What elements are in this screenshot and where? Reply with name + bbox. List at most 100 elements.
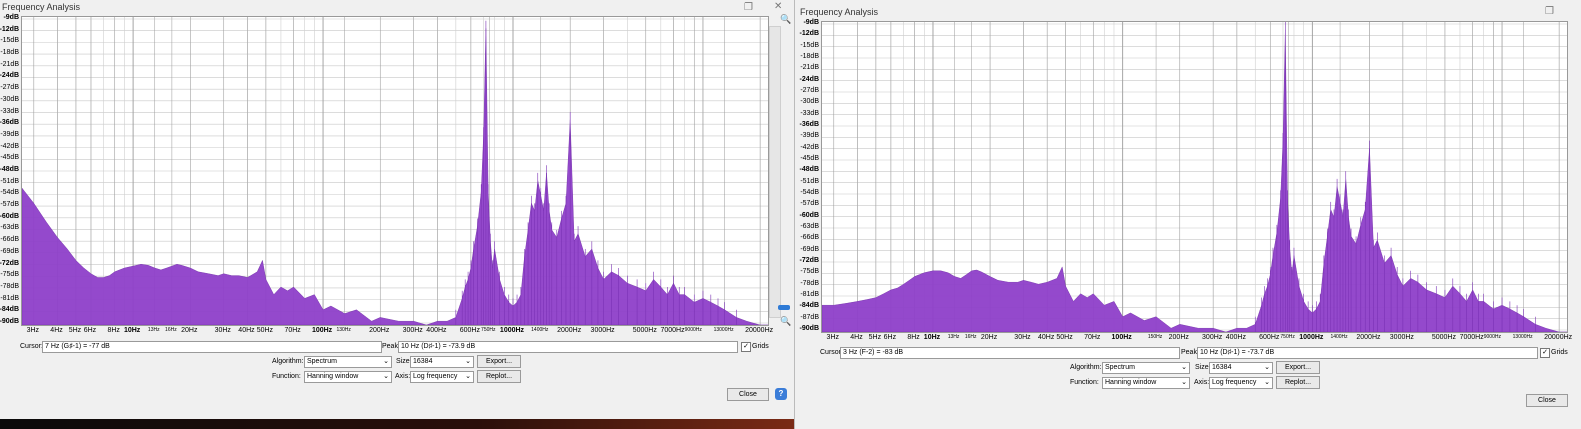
y-tick-label: -72dB bbox=[0, 259, 19, 267]
y-tick-label: -84dB bbox=[0, 306, 19, 314]
chevron-down-icon: ⌄ bbox=[465, 358, 471, 365]
spectrum-chart bbox=[22, 17, 768, 325]
help-icon[interactable]: ? bbox=[775, 388, 787, 400]
replot-button[interactable]: Replot... bbox=[477, 370, 521, 383]
y-tick-label: -63dB bbox=[0, 224, 19, 232]
y-tick-label: -45dB bbox=[0, 154, 19, 162]
export-button[interactable]: Export... bbox=[477, 355, 521, 368]
chevron-down-icon: ⌄ bbox=[1264, 379, 1270, 386]
y-tick-label: -72dB bbox=[799, 257, 819, 264]
y-tick-label: -9dB bbox=[803, 19, 819, 26]
y-tick-label: -18dB bbox=[800, 53, 819, 60]
y-tick-label: -69dB bbox=[800, 245, 819, 253]
close-window-button[interactable]: ✕ bbox=[774, 1, 782, 12]
y-tick-label: -18dB bbox=[0, 49, 19, 57]
x-tick-label: 3000Hz bbox=[590, 327, 615, 334]
y-tick-label: -36dB bbox=[799, 121, 819, 128]
close-button[interactable]: Close bbox=[1526, 394, 1568, 407]
zoom-in-icon[interactable]: 🔍 bbox=[780, 14, 791, 25]
x-tick-label: 20000Hz bbox=[745, 327, 774, 334]
spectrum-plot[interactable] bbox=[821, 21, 1568, 333]
spectrum-chart bbox=[822, 22, 1567, 332]
y-tick-label: -87dB bbox=[800, 313, 819, 321]
cursor-field[interactable]: 3 Hz (F-2) = -83 dB bbox=[840, 347, 1180, 359]
peak-field[interactable]: 10 Hz (D♯-1) = -73.9 dB bbox=[398, 341, 738, 353]
chevron-down-icon: ⌄ bbox=[383, 373, 389, 380]
y-tick-label: -9dB bbox=[3, 14, 19, 21]
function-select[interactable]: Hanning window ⌄ bbox=[304, 371, 392, 383]
frequency-analysis-window-left: Frequency Analysis ❐ ✕ -9dB -12dB -15dB -18… bbox=[0, 0, 795, 429]
y-tick-label: -57dB bbox=[800, 200, 819, 208]
function-select[interactable]: Hanning window ⌄ bbox=[1102, 377, 1190, 389]
y-tick-label: -27dB bbox=[0, 84, 19, 92]
y-tick-label: -63dB bbox=[800, 223, 819, 230]
y-tick-label: -48dB bbox=[799, 166, 819, 174]
y-tick-label: -45dB bbox=[800, 155, 819, 162]
y-tick-label: -60dB bbox=[0, 212, 19, 220]
y-tick-label: -90dB bbox=[0, 318, 19, 325]
peak-field[interactable]: 10 Hz (D♯-1) = -73.7 dB bbox=[1197, 347, 1538, 359]
algorithm-value: Spectrum bbox=[307, 358, 337, 365]
algorithm-value: Spectrum bbox=[1105, 364, 1135, 371]
export-button[interactable]: Export... bbox=[1276, 361, 1320, 374]
y-tick-label: -51dB bbox=[800, 177, 819, 185]
y-tick-label: -24dB bbox=[0, 72, 19, 80]
y-tick-label: -78dB bbox=[800, 279, 819, 287]
y-tick-label: -54dB bbox=[800, 189, 819, 196]
function-label: Function: bbox=[272, 373, 301, 380]
zoom-slider-handle[interactable] bbox=[778, 305, 790, 310]
y-tick-label: -42dB bbox=[0, 142, 19, 150]
y-tick-label: -15dB bbox=[800, 41, 819, 49]
axis-select[interactable]: Log frequency ⌄ bbox=[1209, 377, 1273, 389]
algorithm-select[interactable]: Spectrum ⌄ bbox=[304, 356, 392, 368]
y-tick-label: -78dB bbox=[0, 282, 19, 290]
y-tick-label: -33dB bbox=[0, 107, 19, 115]
chevron-down-icon: ⌄ bbox=[465, 373, 471, 380]
y-tick-label: -84dB bbox=[799, 302, 819, 310]
chevron-down-icon: ⌄ bbox=[1181, 364, 1187, 371]
spectrum-area bbox=[22, 28, 768, 325]
replot-button[interactable]: Replot... bbox=[1276, 376, 1320, 389]
restore-button[interactable]: ❐ bbox=[744, 2, 753, 13]
size-select[interactable]: 16384 ⌄ bbox=[410, 356, 474, 368]
axis-value: Log frequency bbox=[413, 373, 458, 380]
algorithm-label: Algorithm: bbox=[1070, 364, 1102, 371]
taskbar-strip bbox=[0, 419, 794, 429]
y-tick-label: -36dB bbox=[0, 119, 19, 127]
y-tick-label: -30dB bbox=[0, 95, 19, 103]
axis-select[interactable]: Log frequency ⌄ bbox=[410, 371, 474, 383]
grids-checkbox[interactable]: ✓ bbox=[1540, 348, 1550, 358]
vertical-scrollbar[interactable] bbox=[769, 26, 781, 318]
grids-checkbox[interactable]: ✓ bbox=[741, 342, 751, 352]
y-tick-label: -33dB bbox=[800, 109, 819, 117]
spectrum-plot[interactable] bbox=[21, 16, 769, 326]
axis-label: Axis: bbox=[1194, 379, 1210, 386]
function-value: Hanning window bbox=[307, 373, 359, 380]
chevron-down-icon: ⌄ bbox=[383, 358, 389, 365]
cursor-field[interactable]: 7 Hz (G♯-1) = -77 dB bbox=[42, 341, 382, 353]
y-tick-label: -57dB bbox=[0, 201, 19, 209]
y-tick-label: -81dB bbox=[800, 291, 819, 298]
restore-button[interactable]: ❐ bbox=[1545, 6, 1554, 17]
grids-label: Grids bbox=[1551, 349, 1568, 356]
grids-label: Grids bbox=[752, 343, 769, 350]
close-button[interactable]: Close bbox=[727, 388, 769, 401]
axis-value: Log frequency bbox=[1212, 379, 1257, 386]
y-tick-label: -42dB bbox=[800, 143, 819, 151]
y-tick-label: -75dB bbox=[0, 271, 19, 279]
algorithm-select[interactable]: Spectrum ⌄ bbox=[1102, 362, 1190, 374]
zoom-out-icon[interactable]: 🔍 bbox=[780, 316, 791, 327]
y-tick-label: -30dB bbox=[800, 98, 819, 106]
cursor-label: Cursor: bbox=[20, 343, 43, 350]
y-tick-label: -81dB bbox=[0, 294, 19, 302]
function-label: Function: bbox=[1070, 379, 1099, 386]
y-tick-label: -54dB bbox=[0, 189, 19, 197]
frequency-analysis-window-right: Frequency Analysis ❐ -9dB -12dB -15dB -18dB… bbox=[798, 0, 1581, 429]
y-tick-label: -66dB bbox=[0, 236, 19, 244]
x-tick-label: 130Hz bbox=[336, 327, 351, 333]
y-tick-label: -27dB bbox=[800, 87, 819, 94]
size-select[interactable]: 16384 ⌄ bbox=[1209, 362, 1273, 374]
size-value: 16384 bbox=[1212, 364, 1232, 371]
y-tick-label: -75dB bbox=[800, 268, 819, 276]
x-tick-label: 13000Hz bbox=[1512, 334, 1533, 340]
